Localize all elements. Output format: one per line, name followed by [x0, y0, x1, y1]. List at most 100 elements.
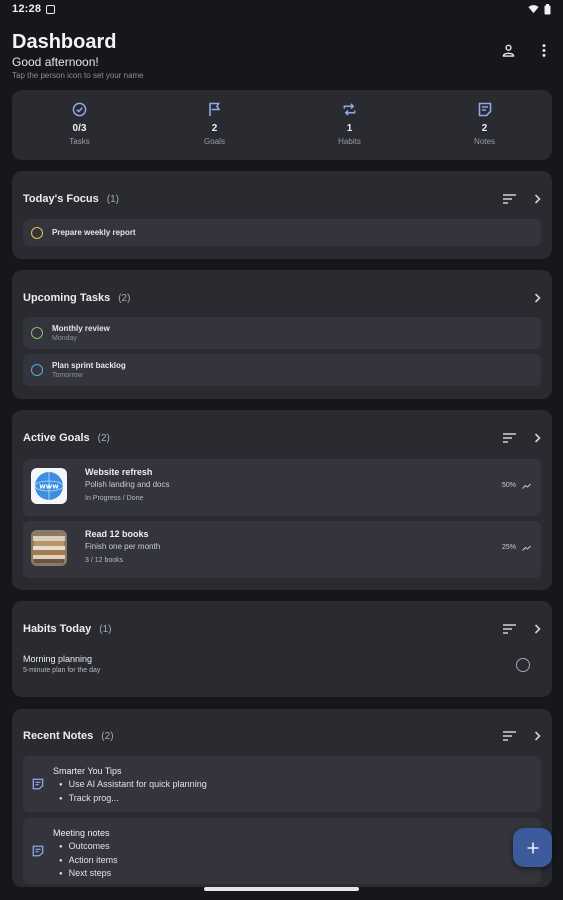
chevron-right-icon[interactable] — [534, 293, 541, 303]
goal-title: Read 12 books — [85, 529, 149, 539]
section-title: Recent Notes — [23, 730, 94, 742]
goal-description: Polish landing and docs — [85, 480, 170, 489]
stat-label: Goals — [204, 137, 225, 146]
flag-icon — [209, 102, 221, 116]
habit-title: Morning planning — [23, 654, 93, 664]
check-circle-icon — [72, 102, 87, 116]
goal-row[interactable]: www Website refresh Polish landing and d… — [23, 459, 541, 516]
stat-goals[interactable]: 2 Goals — [147, 90, 282, 160]
greeting-text: Good afternoon! — [12, 55, 99, 69]
sort-icon[interactable] — [503, 731, 516, 741]
goal-percent: 50% — [501, 482, 516, 489]
wifi-icon — [528, 5, 539, 14]
upcoming-tasks-card: Upcoming Tasks (2) Monthly review Monday… — [12, 270, 552, 399]
section-count: (2) — [118, 292, 131, 304]
task-title: Prepare weekly report — [52, 228, 136, 237]
stat-value: 1 — [346, 123, 353, 134]
section-count: (2) — [101, 730, 114, 742]
page-title: Dashboard — [12, 31, 117, 53]
section-count: (1) — [99, 623, 112, 635]
goal-progress-text: In Progress / Done — [85, 495, 144, 502]
chevron-right-icon[interactable] — [534, 194, 541, 204]
sort-icon[interactable] — [503, 433, 516, 443]
stat-label: Habits — [338, 137, 361, 146]
section-title: Today's Focus — [23, 193, 99, 205]
section-count: (2) — [97, 432, 110, 444]
note-icon — [32, 778, 44, 790]
header: Dashboard Good afternoon! Tap the person… — [12, 30, 552, 80]
note-row[interactable]: Meeting notes Outcomes Action items Next… — [23, 818, 541, 884]
note-icon — [32, 845, 44, 857]
task-title: Monthly review — [52, 324, 110, 333]
note-bullet: Action items — [59, 855, 118, 869]
battery-icon — [544, 3, 551, 14]
goal-thumbnail: www — [31, 468, 67, 504]
note-bullet: Track prog... — [59, 793, 207, 807]
books-photo-icon — [31, 530, 67, 566]
repeat-icon — [343, 102, 356, 116]
note-bullet: Outcomes — [59, 841, 118, 855]
sort-icon[interactable] — [503, 624, 516, 634]
note-title: Meeting notes — [53, 828, 110, 838]
upcoming-task-row[interactable]: Monthly review Monday — [23, 317, 541, 349]
stat-value: 2 — [481, 123, 488, 134]
stat-notes[interactable]: 2 Notes — [417, 90, 552, 160]
goal-title: Website refresh — [85, 467, 153, 477]
notification-icon — [46, 4, 56, 14]
note-title: Smarter You Tips — [53, 766, 122, 776]
task-checkbox[interactable] — [31, 226, 43, 239]
note-row[interactable]: Smarter You Tips Use AI Assistant for qu… — [23, 756, 541, 812]
todays-focus-card: Today's Focus (1) Prepare weekly report — [12, 171, 552, 259]
sort-icon[interactable] — [503, 194, 516, 204]
stat-value: 0/3 — [72, 123, 87, 134]
stats-card: 0/3 Tasks 2 Goals 1 Habits 2 Notes — [12, 90, 552, 160]
task-due: Monday — [52, 335, 77, 342]
upcoming-task-row[interactable]: Plan sprint backlog Tomorrow — [23, 354, 541, 386]
habit-checkbox[interactable] — [516, 658, 530, 672]
active-goals-card: Active Goals (2) www Website refresh Pol… — [12, 410, 552, 590]
goal-percent: 25% — [501, 544, 516, 551]
gesture-nav-bar[interactable] — [204, 887, 359, 891]
task-checkbox[interactable] — [31, 327, 43, 339]
goal-row[interactable]: Read 12 books Finish one per month 3 / 1… — [23, 521, 541, 578]
add-fab-button[interactable] — [513, 828, 552, 867]
more-options-button[interactable] — [536, 42, 552, 58]
note-icon — [478, 102, 491, 116]
more-vert-icon — [542, 43, 546, 57]
habit-row[interactable]: Morning planning 5-minute plan for the d… — [23, 654, 100, 674]
section-title: Habits Today — [23, 623, 92, 635]
stat-tasks[interactable]: 0/3 Tasks — [12, 90, 147, 160]
focus-task-row[interactable]: Prepare weekly report — [23, 219, 541, 246]
profile-button[interactable] — [500, 42, 516, 58]
trending-up-icon — [522, 483, 531, 489]
section-title: Upcoming Tasks — [23, 292, 111, 304]
note-bullet: Next steps — [59, 868, 118, 882]
status-bar: 12:28 — [0, 0, 563, 18]
note-bullets: Outcomes Action items Next steps — [59, 841, 118, 882]
trending-up-icon — [522, 545, 531, 551]
plus-icon — [527, 842, 538, 853]
task-title: Plan sprint backlog — [52, 361, 126, 370]
habits-today-card: Habits Today (1) Morning planning 5-minu… — [12, 601, 552, 697]
task-due: Tomorrow — [52, 372, 83, 379]
chevron-right-icon[interactable] — [534, 624, 541, 634]
task-checkbox[interactable] — [31, 364, 43, 376]
stat-value: 2 — [211, 123, 218, 134]
stat-habits[interactable]: 1 Habits — [282, 90, 417, 160]
section-count: (1) — [106, 193, 119, 205]
goal-progress-text: 3 / 12 books — [85, 557, 124, 564]
person-icon — [502, 44, 514, 57]
recent-notes-card: Recent Notes (2) Smarter You Tips Use AI… — [12, 709, 552, 887]
svg-text:www: www — [39, 483, 59, 491]
stat-label: Notes — [474, 137, 495, 146]
goal-thumbnail — [31, 530, 67, 566]
note-bullet: Use AI Assistant for quick planning — [59, 779, 207, 793]
www-globe-icon: www — [34, 472, 64, 500]
goal-description: Finish one per month — [85, 542, 161, 551]
status-time: 12:28 — [12, 3, 42, 15]
habit-description: 5-minute plan for the day — [23, 667, 101, 674]
chevron-right-icon[interactable] — [534, 433, 541, 443]
hint-text: Tap the person icon to set your name — [12, 71, 144, 80]
chevron-right-icon[interactable] — [534, 731, 541, 741]
note-bullets: Use AI Assistant for quick planning Trac… — [59, 779, 207, 806]
